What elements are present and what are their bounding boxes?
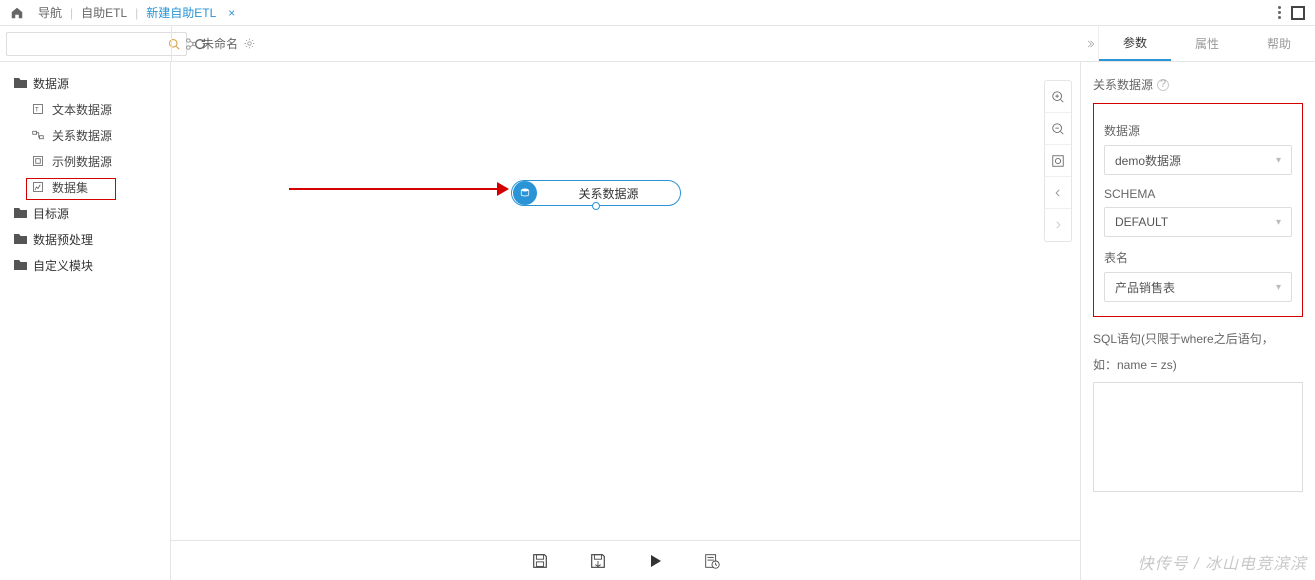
- tab-help[interactable]: 帮助: [1243, 26, 1315, 61]
- sql-label-1: SQL语句(只限于where之后语句，: [1093, 329, 1303, 351]
- tree-item-relation-ds[interactable]: 关系数据源: [0, 122, 170, 148]
- bottom-toolbar: [171, 540, 1080, 580]
- tab-params[interactable]: 参数: [1099, 26, 1171, 61]
- tree-label: 文本数据源: [52, 101, 112, 118]
- save-as-icon[interactable]: [589, 552, 607, 570]
- tab-props[interactable]: 属性: [1171, 26, 1243, 61]
- field-label-table: 表名: [1104, 249, 1292, 266]
- select-value: DEFAULT: [1115, 215, 1168, 229]
- breadcrumb-level2[interactable]: 新建自助ETL: [138, 4, 224, 21]
- gear-icon[interactable]: [244, 38, 255, 49]
- select-datasource[interactable]: demo数据源 ▾: [1104, 145, 1292, 175]
- select-schema[interactable]: DEFAULT ▾: [1104, 207, 1292, 237]
- select-table[interactable]: 产品销售表 ▾: [1104, 272, 1292, 302]
- text-ds-icon: T: [32, 103, 46, 115]
- folder-icon: [14, 260, 27, 270]
- close-tab-icon[interactable]: ×: [228, 6, 235, 20]
- home-icon[interactable]: [10, 6, 24, 20]
- canvas[interactable]: 关系数据源: [171, 62, 1080, 540]
- tree-item-dataset[interactable]: 数据集: [0, 174, 170, 200]
- section-title-text: 关系数据源: [1093, 76, 1153, 93]
- maximize-icon[interactable]: [1291, 6, 1305, 20]
- tree-group-custom[interactable]: 自定义模块: [0, 252, 170, 278]
- node-label: 关系数据源: [537, 185, 680, 202]
- annotation-arrow: [289, 188, 499, 190]
- chevron-left-icon[interactable]: [1045, 177, 1071, 209]
- canvas-toolbar: [1044, 80, 1072, 242]
- node-badge-icon: [513, 181, 537, 205]
- tree-group-target[interactable]: 目标源: [0, 200, 170, 226]
- zoom-fit-icon[interactable]: [1045, 145, 1071, 177]
- node-relation-ds[interactable]: 关系数据源: [511, 180, 681, 206]
- tree-label: 目标源: [33, 205, 69, 222]
- folder-icon: [14, 208, 27, 218]
- save-icon[interactable]: [531, 552, 549, 570]
- dataset-icon: [32, 181, 46, 193]
- annotation-highlight-box-2: 数据源 demo数据源 ▾ SCHEMA DEFAULT ▾ 表名 产品销售表 …: [1093, 103, 1303, 317]
- field-label-datasource: 数据源: [1104, 122, 1292, 139]
- sql-label-2: 如：name = zs): [1093, 355, 1303, 377]
- field-label-schema: SCHEMA: [1104, 187, 1292, 201]
- chevron-down-icon: ▾: [1276, 217, 1281, 228]
- breadcrumb-home[interactable]: 导航: [30, 4, 70, 21]
- section-title: 关系数据源 ?: [1093, 76, 1303, 93]
- node-output-port[interactable]: [592, 202, 600, 210]
- tree-label: 数据集: [52, 179, 88, 196]
- folder-icon: [14, 78, 27, 88]
- annotation-arrow-head: [497, 182, 509, 196]
- panel-collapse-icon[interactable]: [1081, 26, 1099, 61]
- chevron-down-icon: ▾: [1276, 155, 1281, 166]
- zoom-out-icon[interactable]: [1045, 113, 1071, 145]
- search-input-wrap[interactable]: [6, 32, 187, 56]
- schedule-icon[interactable]: [703, 552, 721, 570]
- tree-group-datasource[interactable]: 数据源: [0, 70, 170, 96]
- svg-text:T: T: [35, 107, 39, 113]
- sidebar: 数据源 T 文本数据源 关系数据源 示例数据源 数据集: [0, 62, 171, 580]
- select-value: 产品销售表: [1115, 279, 1175, 296]
- more-menu-icon[interactable]: [1278, 6, 1281, 19]
- zoom-in-icon[interactable]: [1045, 81, 1071, 113]
- tree-item-text-ds[interactable]: T 文本数据源: [0, 96, 170, 122]
- tree-label: 数据源: [33, 75, 69, 92]
- help-icon[interactable]: ?: [1157, 79, 1169, 91]
- folder-icon: [14, 234, 27, 244]
- tree-item-sample-ds[interactable]: 示例数据源: [0, 148, 170, 174]
- select-value: demo数据源: [1115, 152, 1181, 169]
- sql-textarea[interactable]: [1093, 382, 1303, 492]
- tree-group-preprocess[interactable]: 数据预处理: [0, 226, 170, 252]
- tree-label: 数据预处理: [33, 231, 93, 248]
- tree-label: 示例数据源: [52, 153, 112, 170]
- search-input[interactable]: [13, 37, 168, 51]
- chevron-down-icon: ▾: [1276, 282, 1281, 293]
- tree-label: 关系数据源: [52, 127, 112, 144]
- sample-ds-icon: [32, 155, 46, 167]
- tree-label: 自定义模块: [33, 257, 93, 274]
- run-icon[interactable]: [647, 553, 663, 569]
- doc-icon: [184, 37, 198, 51]
- breadcrumb-level1[interactable]: 自助ETL: [73, 4, 135, 21]
- relation-ds-icon: [32, 129, 46, 141]
- chevron-right-icon[interactable]: [1045, 209, 1071, 241]
- doc-title: 未命名: [202, 35, 238, 52]
